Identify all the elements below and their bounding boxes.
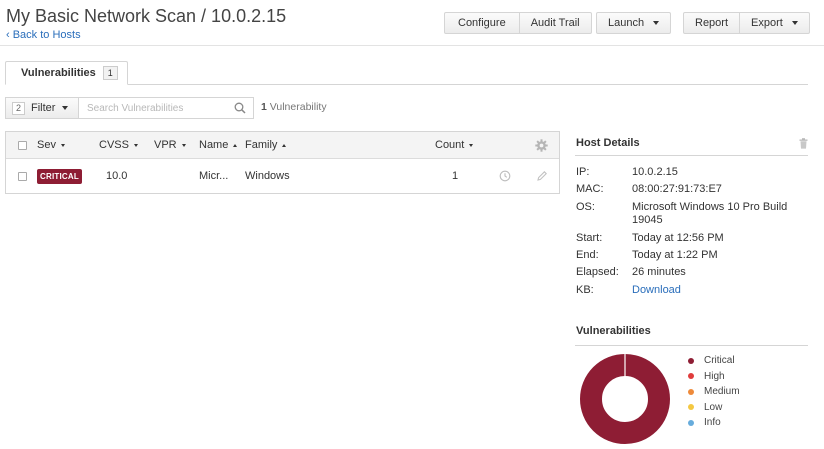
filter-count-badge: 2 [12, 101, 26, 115]
severity-badge: CRITICAL [37, 169, 82, 184]
column-vpr-label: VPR [154, 139, 177, 151]
export-button[interactable]: Export [739, 13, 809, 33]
legend-dot [688, 419, 694, 426]
end-label: End: [576, 249, 599, 261]
legend-item-low: Low [688, 402, 722, 413]
sort-down-icon [181, 143, 186, 147]
column-count-label: Count [435, 139, 465, 151]
edit-pencil-icon[interactable] [536, 170, 548, 182]
column-name-label: Name [199, 139, 229, 151]
filter-label: Filter [31, 102, 56, 114]
legend-dot [688, 404, 694, 410]
elapsed-label: Elapsed: [576, 266, 619, 278]
launch-label: Launch [608, 17, 645, 29]
vulnerability-count-label: Vulnerability [269, 101, 327, 113]
vulnerability-count-number: 1 [261, 101, 267, 113]
legend-label: Low [704, 401, 723, 413]
column-sev-label: Sev [37, 139, 56, 151]
back-to-hosts-link[interactable]: ‹ Back to Hosts [6, 29, 81, 41]
report-button[interactable]: Report [684, 13, 739, 33]
legend-label: High [704, 370, 725, 382]
count-cell: 1 [452, 170, 459, 182]
legend-label: Critical [704, 355, 735, 366]
sort-down-icon [133, 143, 138, 147]
legend-item-info: Info [688, 417, 721, 428]
gear-icon[interactable] [535, 139, 548, 152]
select-all-checkbox[interactable] [18, 141, 27, 150]
legend-label: Info [704, 417, 721, 428]
legend-label: Medium [704, 386, 740, 397]
launch-group: Launch [596, 12, 672, 34]
legend-item-high: High [688, 371, 725, 382]
ip-value: 10.0.2.15 [632, 166, 678, 178]
sort-up-icon [282, 143, 287, 147]
snooze-icon[interactable] [499, 170, 511, 182]
search-icon [234, 102, 246, 114]
sort-up-icon [233, 143, 238, 147]
vulnerabilities-table: Sev CVSS VPR Name Family Count CRITICAL … [5, 131, 560, 194]
legend-dot [688, 373, 694, 379]
vulnerability-count: 1 Vulnerability [261, 101, 327, 113]
elapsed-value: 26 minutes [632, 266, 686, 278]
page-title: My Basic Network Scan / 10.0.2.15 [6, 6, 287, 26]
table-header: Sev CVSS VPR Name Family Count [6, 132, 559, 159]
host-details-title: Host Details [576, 137, 640, 149]
sort-down-icon [60, 143, 65, 147]
chevron-down-icon [791, 21, 798, 25]
export-label: Export [751, 17, 783, 29]
search-input[interactable]: Search Vulnerabilities [78, 97, 254, 119]
family-cell: Windows [245, 170, 290, 182]
tab-count-badge: 1 [102, 66, 118, 80]
tab-label: Vulnerabilities [21, 67, 96, 79]
filter-button[interactable]: 2 Filter [5, 97, 78, 119]
start-label: Start: [576, 232, 603, 244]
configure-button[interactable]: Configure [445, 13, 519, 33]
mac-label: MAC: [576, 183, 604, 195]
column-vpr[interactable]: VPR [154, 139, 186, 151]
tab-vulnerabilities[interactable]: Vulnerabilities 1 [5, 61, 128, 85]
kb-label: KB: [576, 284, 594, 296]
os-value: Microsoft Windows 10 Pro Build 19045 [632, 201, 788, 226]
column-sev[interactable]: Sev [37, 139, 65, 151]
row-checkbox[interactable] [18, 172, 27, 181]
chevron-down-icon [653, 21, 660, 25]
kb-download-link[interactable]: Download [632, 284, 681, 297]
ip-label: IP: [576, 166, 590, 178]
column-cvss-label: CVSS [99, 139, 129, 151]
header-divider [0, 45, 824, 46]
vulnerabilities-panel-title: Vulnerabilities [576, 325, 651, 337]
legend-item-medium: Medium [688, 386, 740, 397]
severity-donut-chart [580, 354, 670, 444]
launch-button[interactable]: Launch [597, 13, 670, 33]
column-family-label: Family [245, 139, 278, 151]
legend-item-critical: Critical [688, 355, 735, 366]
trash-icon[interactable] [799, 138, 808, 149]
vulnerabilities-panel-divider [575, 345, 808, 346]
name-cell: Micr... [199, 170, 229, 182]
column-name[interactable]: Name [199, 139, 238, 151]
search-placeholder: Search Vulnerabilities [87, 102, 184, 114]
os-label: OS: [576, 201, 595, 213]
report-export-group: Report Export [683, 12, 810, 34]
start-value: Today at 12:56 PM [632, 232, 724, 244]
mac-value: 08:00:27:91:73:E7 [632, 183, 722, 195]
legend-dot [688, 388, 694, 395]
chevron-down-icon [62, 106, 69, 110]
column-family[interactable]: Family [245, 139, 287, 151]
audit-trail-button[interactable]: Audit Trail [518, 13, 591, 33]
end-value: Today at 1:22 PM [632, 249, 718, 261]
cvss-cell: 10.0 [106, 170, 128, 182]
legend-dot [688, 357, 694, 364]
table-row[interactable]: CRITICAL 10.0 Micr... Windows 1 [6, 160, 559, 193]
configure-audit-group: Configure Audit Trail [444, 12, 592, 34]
sort-down-icon [469, 143, 474, 147]
host-details-divider [575, 155, 808, 156]
column-count[interactable]: Count [435, 139, 474, 151]
column-cvss[interactable]: CVSS [99, 139, 138, 151]
